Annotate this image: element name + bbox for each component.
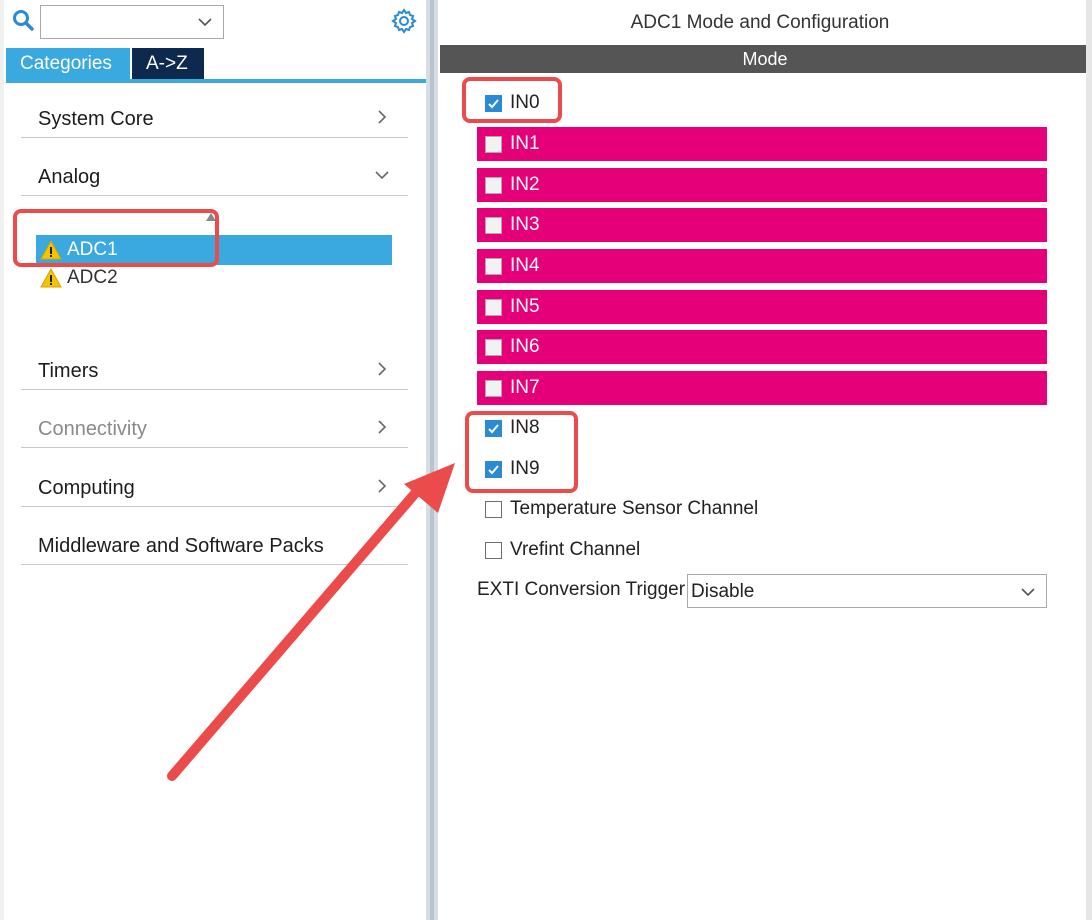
analog-item-label: ADC1 (67, 239, 118, 260)
channel-checkbox[interactable] (485, 501, 502, 518)
chevron-right-icon (378, 362, 387, 376)
channel-checkbox[interactable] (485, 217, 502, 234)
category-label: Computing (38, 477, 135, 499)
channel-in7[interactable]: IN7 (477, 371, 1047, 405)
channel-label: IN2 (510, 174, 540, 195)
channel-checkbox[interactable] (485, 258, 502, 275)
analog-item-label: ADC2 (67, 267, 118, 288)
panel-edge (1086, 0, 1092, 920)
channel-label: IN0 (510, 92, 540, 113)
chevron-down-icon[interactable] (1020, 584, 1036, 600)
warning-icon (40, 268, 62, 288)
channel-label: IN1 (510, 133, 540, 154)
chevron-right-icon (378, 420, 387, 434)
channel-checkbox[interactable] (485, 95, 502, 112)
search-input[interactable] (40, 5, 224, 39)
channel-vrefint-channel[interactable]: Vrefint Channel (477, 533, 877, 567)
categories-panel: Categories A->Z System Core Analog ADC1 … (0, 0, 428, 920)
exti-trigger-select[interactable]: Disable (687, 574, 1047, 608)
tab-underline (6, 79, 426, 83)
channel-checkbox[interactable] (485, 420, 502, 437)
channel-checkbox[interactable] (485, 380, 502, 397)
analog-item-adc2[interactable]: ADC2 (36, 263, 392, 293)
chevron-down-icon[interactable] (197, 14, 213, 30)
category-analog[interactable]: Analog (21, 154, 408, 196)
channel-in0[interactable]: IN0 (477, 86, 877, 120)
category-computing[interactable]: Computing (21, 465, 408, 507)
panel-splitter[interactable] (426, 0, 438, 920)
channel-in5[interactable]: IN5 (477, 290, 1047, 324)
channel-in3[interactable]: IN3 (477, 208, 1047, 242)
channel-label: IN6 (510, 336, 540, 357)
category-middleware[interactable]: Middleware and Software Packs (21, 523, 408, 565)
channel-label: IN4 (510, 255, 540, 276)
channel-in9[interactable]: IN9 (477, 452, 877, 486)
warning-icon (40, 240, 62, 260)
channel-temperature-sensor-channel[interactable]: Temperature Sensor Channel (477, 492, 877, 526)
channel-checkbox[interactable] (485, 177, 502, 194)
channel-in2[interactable]: IN2 (477, 168, 1047, 202)
search-icon[interactable] (12, 9, 34, 31)
category-label: System Core (38, 108, 154, 130)
chevron-right-icon (378, 110, 387, 124)
category-system-core[interactable]: System Core (21, 96, 408, 138)
tab-a-to-z[interactable]: A->Z (132, 48, 204, 80)
chevron-down-icon (375, 171, 389, 180)
page-title: ADC1 Mode and Configuration (630, 12, 890, 33)
check-icon (488, 424, 499, 434)
channel-checkbox[interactable] (485, 299, 502, 316)
check-icon (488, 99, 499, 109)
channel-label: IN8 (510, 417, 540, 438)
channel-in4[interactable]: IN4 (477, 249, 1047, 283)
gear-icon[interactable] (391, 8, 417, 34)
analog-item-adc1[interactable]: ADC1 (36, 235, 392, 265)
channel-label: IN5 (510, 296, 540, 317)
exti-trigger-label: EXTI Conversion Trigger (477, 579, 686, 600)
category-timers[interactable]: Timers (21, 348, 408, 390)
check-icon (488, 465, 499, 475)
category-label: Connectivity (38, 418, 147, 440)
channel-in8[interactable]: IN8 (477, 411, 877, 445)
scroll-up-icon[interactable] (206, 213, 216, 221)
channel-label: Vrefint Channel (510, 539, 641, 560)
channel-in6[interactable]: IN6 (477, 330, 1047, 364)
channel-checkbox[interactable] (485, 542, 502, 559)
mode-section-header: Mode (440, 45, 1090, 73)
channel-checkbox[interactable] (485, 461, 502, 478)
category-label: Analog (38, 166, 101, 188)
category-label: Timers (38, 360, 99, 382)
panel-edge (0, 0, 4, 920)
channel-in1[interactable]: IN1 (477, 127, 1047, 161)
channel-label: IN9 (510, 458, 540, 479)
channel-label: IN7 (510, 377, 540, 398)
exti-trigger-value: Disable (691, 581, 755, 602)
channel-label: IN3 (510, 214, 540, 235)
category-connectivity[interactable]: Connectivity (21, 406, 408, 448)
channel-checkbox[interactable] (485, 136, 502, 153)
chevron-right-icon (378, 479, 387, 493)
tab-categories[interactable]: Categories (6, 48, 130, 80)
channel-label: Temperature Sensor Channel (510, 498, 759, 519)
category-label: Middleware and Software Packs (38, 535, 324, 557)
channel-checkbox[interactable] (485, 339, 502, 356)
